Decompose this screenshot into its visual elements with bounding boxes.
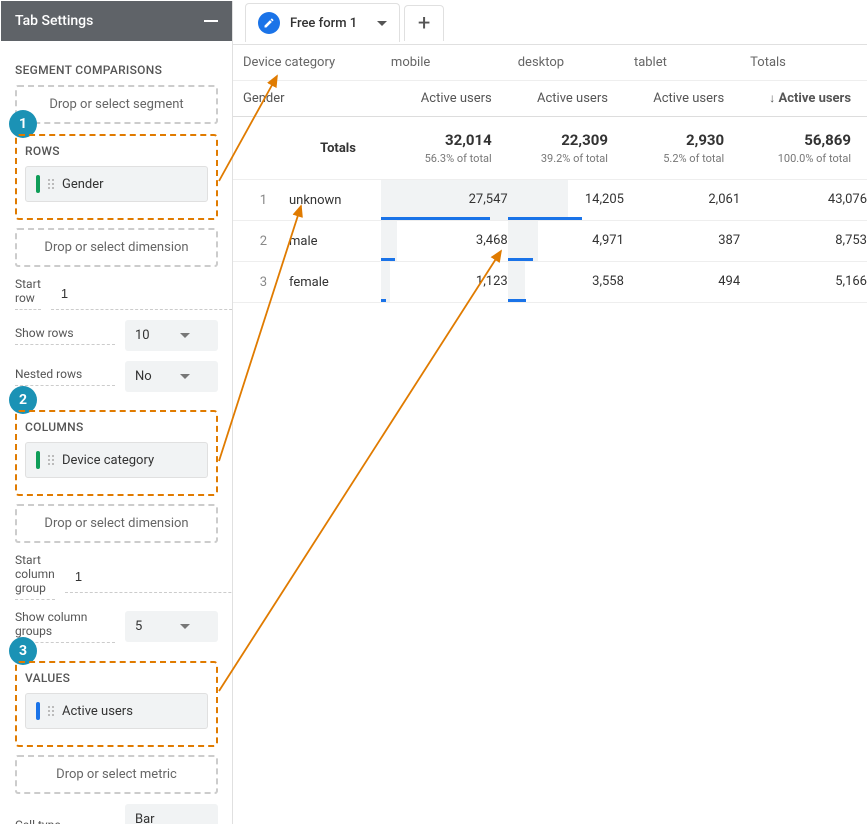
values-drop-zone[interactable]: Drop or select metric: [15, 755, 218, 794]
totals-grand: 56,869100.0% of total: [740, 117, 867, 180]
tab-freeform[interactable]: Free form 1: [245, 3, 400, 42]
cell-tablet: 2,061: [624, 180, 740, 221]
results-table: Device category mobile desktop tablet To…: [233, 45, 867, 303]
row-dimension: female: [277, 275, 329, 290]
col-mobile-header[interactable]: mobile: [381, 45, 508, 81]
chevron-down-icon[interactable]: [377, 21, 387, 26]
cell-tablet: 494: [624, 262, 740, 303]
metric-header-desktop[interactable]: Active users: [508, 81, 624, 117]
columns-heading: COLUMNS: [25, 420, 208, 434]
nested-rows-select[interactable]: No: [125, 361, 218, 392]
nested-rows-label: Nested rows: [15, 367, 115, 386]
cell-mobile: 3,468: [381, 221, 508, 262]
metric-header-mobile[interactable]: Active users: [381, 81, 508, 117]
cell-type-label: Cell type: [15, 818, 115, 825]
totals-tablet: 2,9305.2% of total: [624, 117, 740, 180]
show-rows-label: Show rows: [15, 326, 115, 345]
show-col-select[interactable]: 5: [125, 611, 218, 642]
cell-type-select[interactable]: Bar ch…: [125, 804, 218, 824]
cell-desktop: 14,205: [508, 180, 624, 221]
rows-highlight: ROWS Gender: [15, 134, 218, 220]
drag-handle-icon[interactable]: [48, 179, 54, 189]
segment-comparisons-heading: SEGMENT COMPARISONS: [15, 63, 218, 77]
cell-mobile: 1,123: [381, 262, 508, 303]
columns-dimension-label: Device category: [62, 453, 154, 468]
add-tab-button[interactable]: +: [404, 5, 444, 41]
nested-rows-value: No: [135, 369, 152, 384]
rows-dimension-chip[interactable]: Gender: [25, 166, 208, 202]
row-dim-header: Gender: [233, 81, 381, 117]
collapse-icon[interactable]: [204, 20, 218, 22]
cell-total: 43,076: [740, 180, 867, 221]
chevron-down-icon: [180, 624, 190, 629]
totals-mobile: 32,01456.3% of total: [381, 117, 508, 180]
report-tabbar: Free form 1 +: [233, 1, 867, 45]
values-highlight: VALUES Active users: [15, 661, 218, 747]
rows-dimension-label: Gender: [62, 177, 104, 192]
row-dimension: male: [277, 234, 318, 249]
values-metric-label: Active users: [62, 704, 133, 719]
start-row-input[interactable]: [51, 278, 232, 310]
start-col-label: Start column group: [15, 553, 55, 600]
show-rows-select[interactable]: 10: [125, 320, 218, 351]
sidebar-header: Tab Settings: [1, 1, 232, 41]
show-col-value: 5: [135, 619, 142, 634]
table-row[interactable]: 3female 1,1233,5584945,166: [233, 262, 867, 303]
totals-desktop: 22,30939.2% of total: [508, 117, 624, 180]
sidebar-title: Tab Settings: [15, 13, 93, 29]
values-heading: VALUES: [25, 671, 208, 685]
cell-type-value: Bar ch…: [135, 812, 180, 824]
columns-dimension-chip[interactable]: Device category: [25, 442, 208, 478]
chevron-down-icon: [180, 374, 190, 379]
show-rows-value: 10: [135, 328, 150, 343]
cell-tablet: 387: [624, 221, 740, 262]
drag-handle-icon[interactable]: [48, 706, 54, 716]
totals-label: Totals: [233, 117, 381, 180]
main-panel: Free form 1 + Device category mobile des…: [233, 1, 867, 824]
metric-header-tablet[interactable]: Active users: [624, 81, 740, 117]
cell-total: 8,753: [740, 221, 867, 262]
col-tablet-header[interactable]: tablet: [624, 45, 740, 81]
col-dim-header: Device category: [233, 45, 381, 81]
col-totals-header[interactable]: Totals: [740, 45, 867, 81]
start-row-label: Start row: [15, 277, 41, 310]
pencil-icon[interactable]: [258, 12, 280, 34]
table-row[interactable]: 1unknown 27,54714,2052,06143,076: [233, 180, 867, 221]
cell-desktop: 3,558: [508, 262, 624, 303]
start-col-input[interactable]: [65, 561, 232, 593]
drag-handle-icon[interactable]: [48, 455, 54, 465]
cell-mobile: 27,547: [381, 180, 508, 221]
segment-drop-zone[interactable]: Drop or select segment: [15, 85, 218, 124]
row-index: 3: [233, 275, 277, 290]
row-index: 2: [233, 234, 277, 249]
table-row[interactable]: 2male 3,4684,9713878,753: [233, 221, 867, 262]
cell-desktop: 4,971: [508, 221, 624, 262]
chevron-down-icon: [180, 333, 190, 338]
settings-sidebar: Tab Settings SEGMENT COMPARISONS Drop or…: [1, 1, 233, 824]
cell-total: 5,166: [740, 262, 867, 303]
columns-highlight: COLUMNS Device category: [15, 410, 218, 496]
sort-descending-icon: ↓: [769, 91, 775, 105]
row-dimension: unknown: [277, 193, 341, 208]
metric-header-total[interactable]: ↓ Active users: [740, 81, 867, 117]
rows-heading: ROWS: [25, 144, 208, 158]
row-index: 1: [233, 193, 277, 208]
col-desktop-header[interactable]: desktop: [508, 45, 624, 81]
values-metric-chip[interactable]: Active users: [25, 693, 208, 729]
tab-label: Free form 1: [290, 16, 357, 31]
rows-drop-zone[interactable]: Drop or select dimension: [15, 228, 218, 267]
columns-drop-zone[interactable]: Drop or select dimension: [15, 504, 218, 543]
